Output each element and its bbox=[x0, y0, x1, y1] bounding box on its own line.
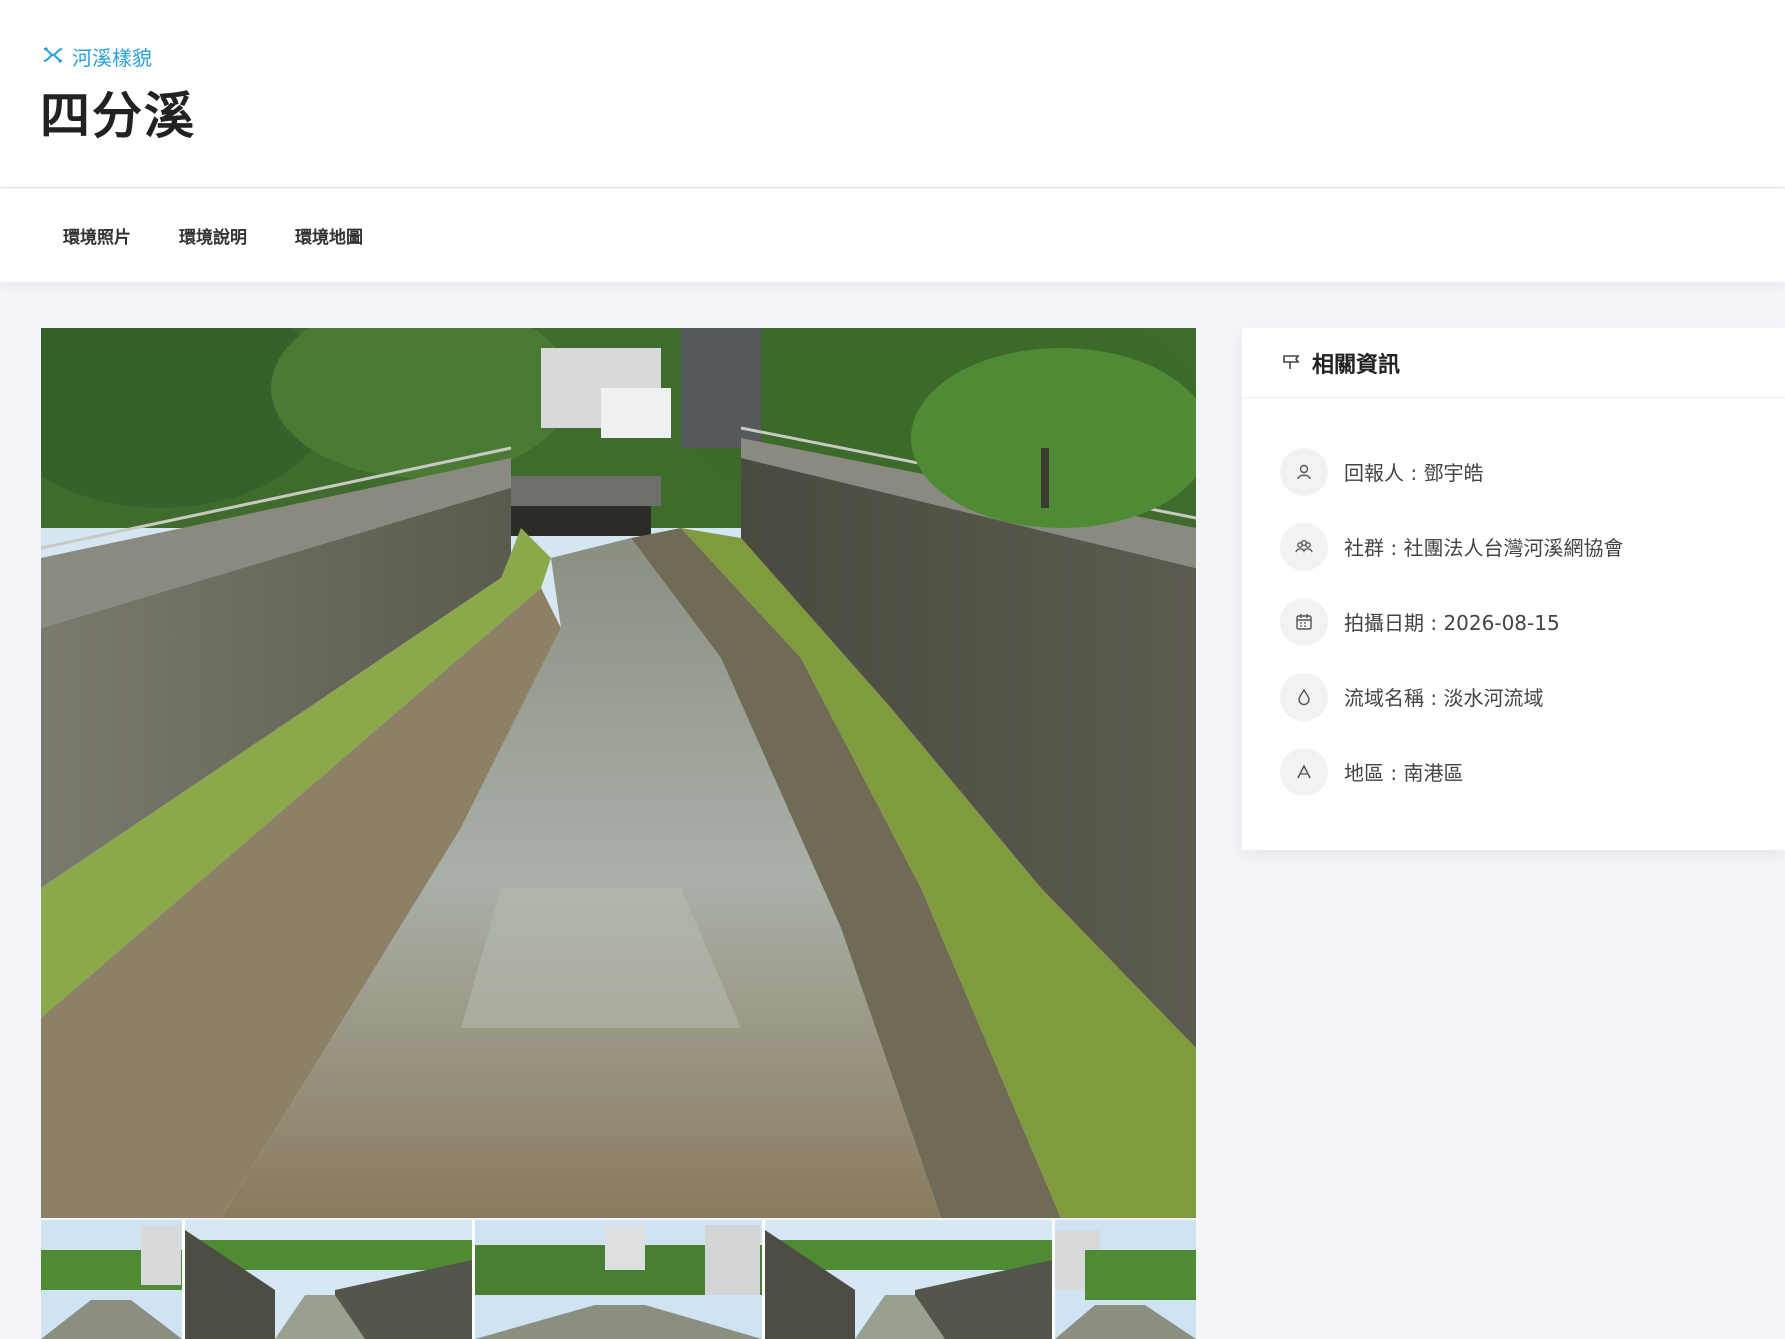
tab-bar: 環境照片 環境說明 環境地圖 bbox=[0, 189, 1785, 282]
tab-photos[interactable]: 環境照片 bbox=[63, 223, 131, 248]
tab-map[interactable]: 環境地圖 bbox=[295, 223, 363, 248]
group-icon bbox=[1280, 522, 1328, 571]
info-item-district: 地區 : 南港區 bbox=[1242, 734, 1785, 809]
thumbnail[interactable] bbox=[41, 1220, 182, 1339]
thumbnail[interactable] bbox=[765, 1220, 1052, 1339]
info-item-reporter: 回報人 : 鄧宇皓 bbox=[1242, 434, 1785, 509]
info-item-text: 流域名稱 : 淡水河流域 bbox=[1344, 686, 1544, 710]
thumbnail[interactable] bbox=[475, 1220, 762, 1339]
thumbnail-strip bbox=[41, 1220, 1196, 1339]
info-item-text: 地區 : 南港區 bbox=[1344, 761, 1464, 785]
thumbnail[interactable] bbox=[185, 1220, 472, 1339]
tab-description[interactable]: 環境說明 bbox=[179, 223, 247, 248]
signpost-icon bbox=[1282, 352, 1300, 374]
river-icon bbox=[42, 45, 64, 69]
water-drop-icon bbox=[1280, 672, 1328, 721]
thumbnail[interactable] bbox=[1055, 1220, 1196, 1339]
main-photo[interactable] bbox=[41, 328, 1196, 1218]
user-icon bbox=[1280, 447, 1328, 496]
card-title: 相關資訊 bbox=[1312, 352, 1401, 378]
breadcrumb-label[interactable]: 河溪樣貌 bbox=[72, 42, 152, 71]
info-list: 回報人 : 鄧宇皓 社群 : 社團法人台灣河溪網協會 拍攝日期 : 2026-0… bbox=[1242, 398, 1785, 809]
info-item-text: 回報人 : 鄧宇皓 bbox=[1344, 461, 1484, 485]
info-item-date: 拍攝日期 : 2026-08-15 bbox=[1242, 584, 1785, 659]
page-title: 四分溪 bbox=[40, 87, 196, 145]
info-item-basin: 流域名稱 : 淡水河流域 bbox=[1242, 659, 1785, 734]
related-info-card: 相關資訊 回報人 : 鄧宇皓 社群 : 社團法人台灣河溪網協會 拍攝日期 : 2… bbox=[1241, 328, 1785, 850]
info-item-text: 社群 : 社團法人台灣河溪網協會 bbox=[1344, 536, 1624, 560]
mountain-icon bbox=[1280, 747, 1328, 796]
info-item-group: 社群 : 社團法人台灣河溪網協會 bbox=[1242, 509, 1785, 584]
calendar-icon bbox=[1280, 597, 1328, 646]
card-header: 相關資訊 bbox=[1242, 328, 1785, 398]
info-item-text: 拍攝日期 : 2026-08-15 bbox=[1344, 611, 1560, 635]
page-header: 河溪樣貌 四分溪 bbox=[0, 0, 1785, 188]
breadcrumb[interactable]: 河溪樣貌 bbox=[42, 42, 152, 71]
